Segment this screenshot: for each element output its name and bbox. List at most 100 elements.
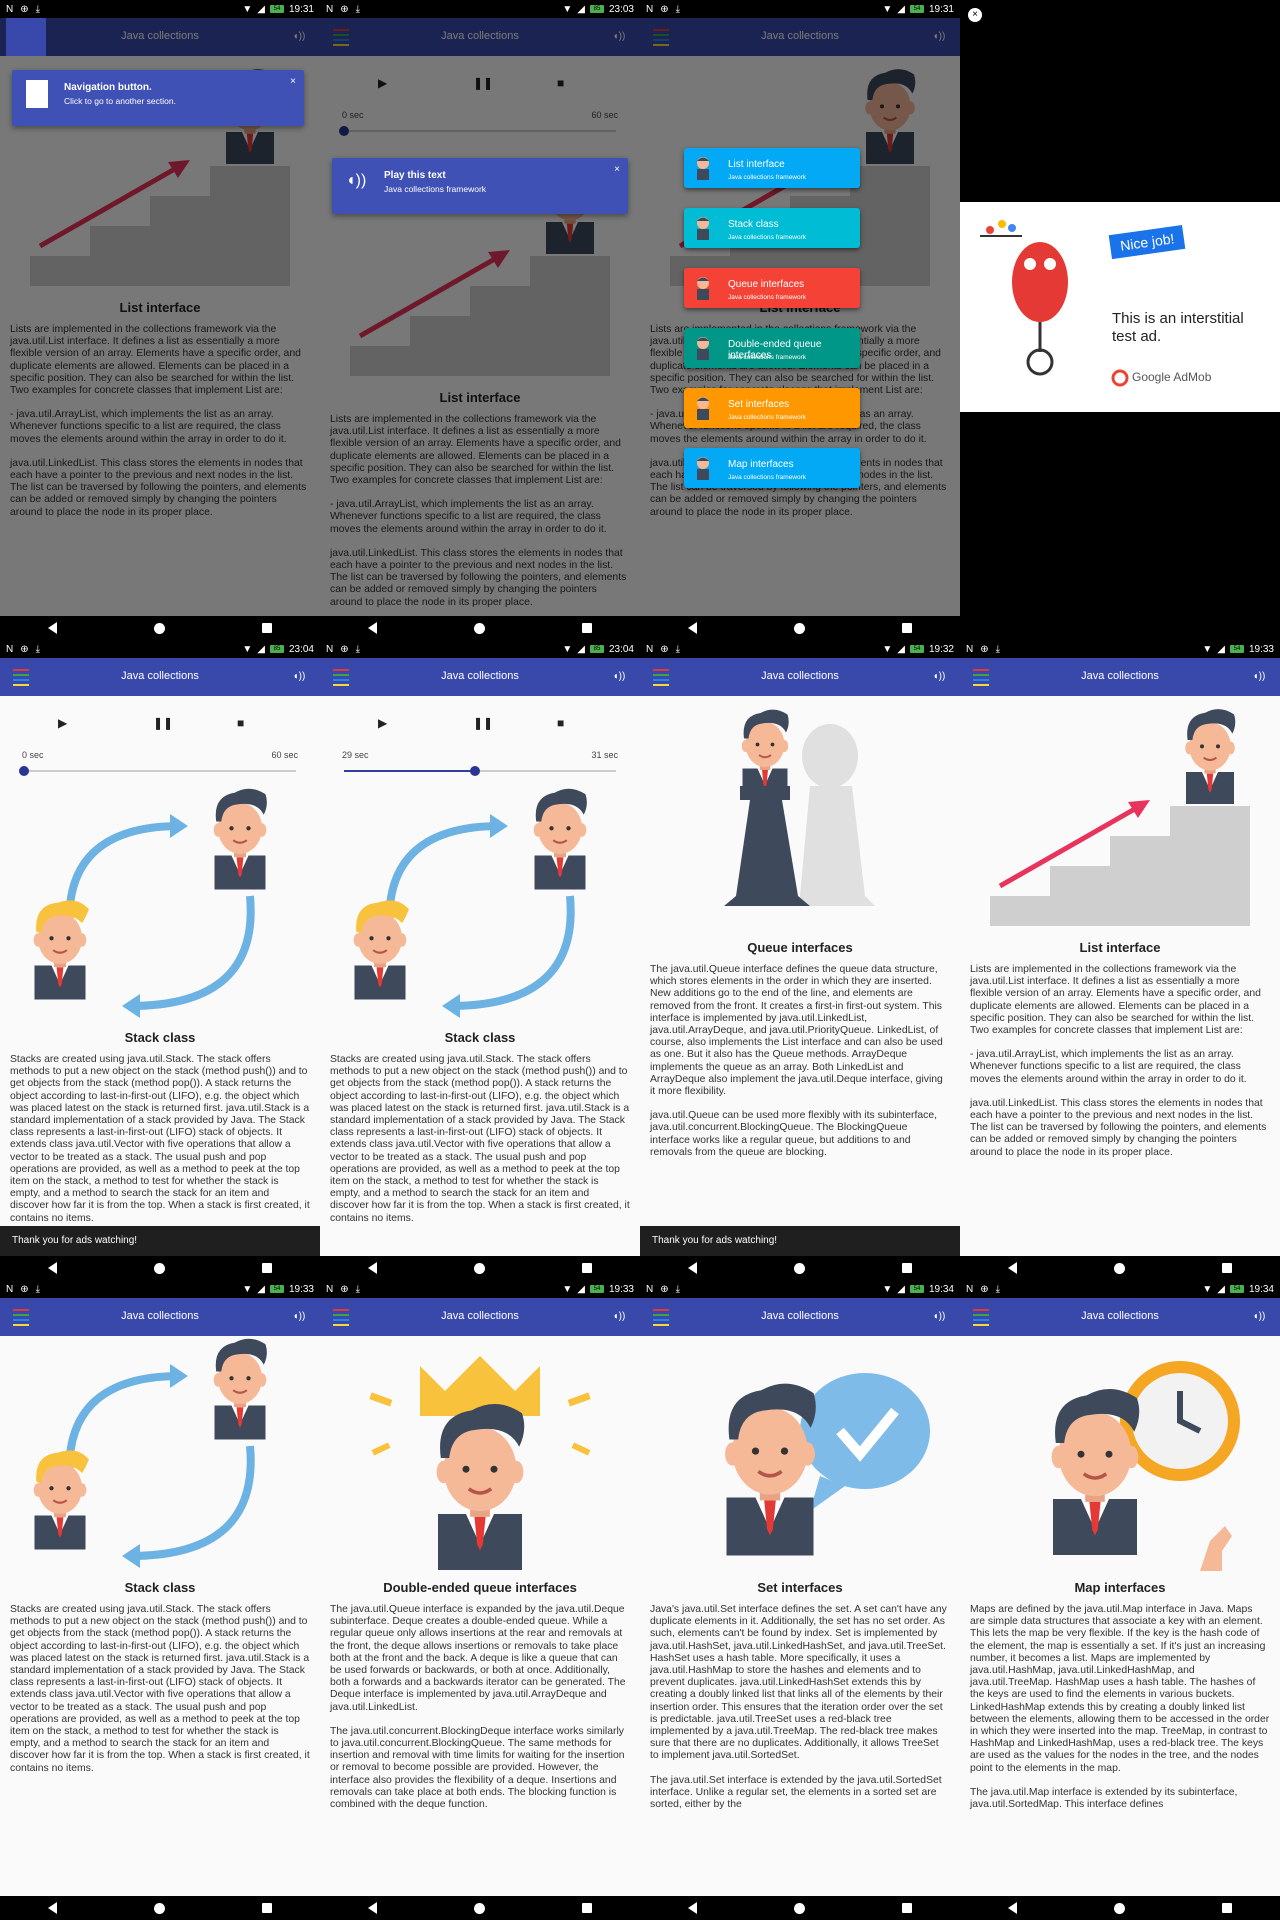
status-time: 19:33 [1248, 643, 1274, 655]
back-button[interactable] [1008, 1902, 1018, 1914]
back-button[interactable] [688, 1902, 698, 1914]
status-right: ▼ ◢ 85 23:04 [562, 644, 634, 655]
back-button[interactable] [368, 1262, 378, 1274]
voice-speech-icon: ◖)) [346, 172, 367, 189]
menu-item-label: Set interfaces [728, 399, 790, 410]
system-nav-bar [0, 616, 320, 640]
app-title: Java collections [441, 670, 519, 682]
section-title: Set interfaces [757, 1580, 843, 1595]
tooltip-subtitle: Java collections framework [384, 184, 487, 194]
section-menu-item[interactable]: Queue interfaces Java collections framewo… [684, 268, 860, 308]
home-button[interactable] [1113, 1262, 1125, 1274]
signal-icon: ◢ [257, 643, 265, 655]
status-bar: N ⊕ ⤓ ▼ ◢ 85 23:04 [0, 640, 320, 658]
close-icon[interactable]: × [614, 164, 620, 175]
voice-speech-icon[interactable]: ◖)) [288, 666, 310, 688]
back-button[interactable] [1008, 1262, 1018, 1274]
paragraph: The java.util.Queue interface is expande… [330, 1604, 626, 1713]
back-button[interactable] [48, 1902, 58, 1914]
pause-button[interactable]: ❚❚ [153, 716, 173, 730]
wifi-icon: ▼ [1202, 1283, 1213, 1295]
home-button[interactable] [473, 1262, 485, 1274]
wifi-icon: ▼ [882, 3, 893, 15]
section-menu-item[interactable]: List interface Java collections framework [684, 148, 860, 188]
recents-button[interactable] [261, 1903, 272, 1913]
audio-player: ▶ ❚❚ ■ 29 sec 31 sec [320, 696, 640, 796]
voice-speech-icon[interactable]: ◖)) [288, 1306, 310, 1328]
recents-button[interactable] [901, 1263, 912, 1273]
phone-screen: N ⊕ ⤓ ▼ ◢ 85 23:04 Java collections ◖)) ▶ ❚❚ ■ 0 sec… [0, 640, 320, 1280]
recents-button[interactable] [581, 1263, 592, 1273]
stop-button[interactable]: ■ [237, 716, 244, 730]
back-button[interactable] [48, 622, 58, 634]
status-right: ▼ ◢ 54 19:31 [882, 4, 954, 15]
recents-button[interactable] [261, 623, 272, 633]
stop-button[interactable]: ■ [557, 716, 564, 730]
home-button[interactable] [153, 622, 165, 634]
back-button[interactable] [48, 1262, 58, 1274]
notification-n-icon: N [6, 643, 14, 655]
phone-screen: N ⊕ ⤓ ▼ ◢ 54 19:32 Java collections ◖)) Queue in… [640, 640, 960, 1280]
menu-item-subtitle: Java collections framework [728, 174, 807, 181]
tooltip-subtitle: Click to go to another section. [64, 96, 176, 106]
system-nav-bar [640, 616, 960, 640]
home-button[interactable] [153, 1262, 165, 1274]
recents-button[interactable] [261, 1263, 272, 1273]
seek-thumb[interactable] [19, 766, 29, 776]
back-button[interactable] [368, 1902, 378, 1914]
play-button[interactable]: ▶ [58, 716, 67, 730]
ad-close-button[interactable]: × [968, 8, 982, 22]
section-menu-item[interactable]: Set interfaces Java collections framework [684, 388, 860, 428]
voice-speech-icon[interactable]: ◖)) [608, 666, 630, 688]
play-text-tooltip[interactable]: ◖)) Play this text Java collections framew… [332, 158, 628, 214]
recents-button[interactable] [581, 1903, 592, 1913]
voice-speech-icon[interactable]: ◖)) [608, 1306, 630, 1328]
overlay-scrim[interactable] [640, 18, 960, 616]
voice-speech-icon[interactable]: ◖)) [928, 1306, 950, 1328]
wordpress-icon: ⊕ [20, 1283, 29, 1295]
list-illustration [960, 696, 1280, 936]
phone-screen: N⊕⤓▼◢5419:31Java collections◖)) List int… [640, 0, 960, 640]
recents-button[interactable] [901, 623, 912, 633]
recents-button[interactable] [581, 623, 592, 633]
status-left-icons: N ⊕ ⤓ [646, 4, 680, 15]
pause-button[interactable]: ❚❚ [473, 716, 493, 730]
back-button[interactable] [688, 622, 698, 634]
recents-button[interactable] [1221, 1903, 1232, 1913]
close-icon[interactable]: × [290, 76, 296, 87]
voice-speech-icon[interactable]: ◖)) [1248, 666, 1270, 688]
section-text: The java.util.Queue interface is expande… [330, 1604, 630, 1823]
section-menu-item[interactable]: Map interfaces Java collections framework [684, 448, 860, 488]
home-button[interactable] [793, 1902, 805, 1914]
app-title: Java collections [761, 1310, 839, 1322]
seek-thumb[interactable] [469, 766, 480, 776]
home-button[interactable] [1113, 1902, 1125, 1914]
signal-icon: ◢ [897, 643, 905, 655]
home-button[interactable] [473, 622, 485, 634]
recents-button[interactable] [901, 1903, 912, 1913]
wifi-icon: ▼ [242, 3, 253, 15]
status-time: 23:03 [608, 3, 634, 15]
back-button[interactable] [368, 622, 378, 634]
seek-track[interactable] [344, 766, 616, 776]
recents-button[interactable] [1221, 1263, 1232, 1273]
back-button[interactable] [688, 1262, 698, 1274]
voice-speech-icon[interactable]: ◖)) [1248, 1306, 1270, 1328]
section-menu-item[interactable]: Stack class Java collections framework [684, 208, 860, 248]
home-button[interactable] [793, 1262, 805, 1274]
system-nav-bar [320, 1896, 640, 1920]
menu-item-label: Stack class [728, 219, 779, 230]
battery-icon: 54 [1229, 645, 1244, 653]
voice-speech-icon[interactable]: ◖)) [928, 666, 950, 688]
section-menu-item[interactable]: Double-ended queue interfaces Java collec… [684, 328, 860, 368]
overlay-scrim[interactable] [320, 18, 640, 616]
navigation-tooltip[interactable]: Navigation button. Click to go to another… [12, 70, 304, 126]
home-button[interactable] [153, 1902, 165, 1914]
home-button[interactable] [473, 1902, 485, 1914]
seek-track[interactable] [19, 766, 296, 776]
highlighted-nav-icon[interactable] [6, 18, 46, 56]
stack-illustration [0, 786, 320, 1026]
interstitial-ad[interactable]: Nice job! This is an interstitial test ad… [960, 202, 1280, 412]
home-button[interactable] [793, 622, 805, 634]
play-button[interactable]: ▶ [378, 716, 387, 730]
